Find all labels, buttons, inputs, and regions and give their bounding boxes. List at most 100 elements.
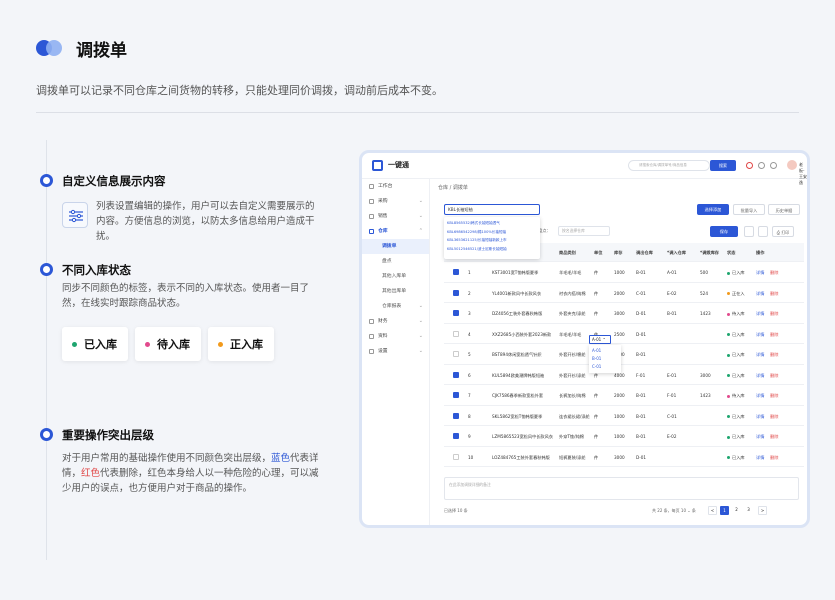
delete-link[interactable]: 删除: [770, 270, 778, 276]
sidebar-item[interactable]: 调拨单: [362, 239, 429, 254]
global-search-input[interactable]: 请搜索仓库/调拨单号/商品信息: [628, 160, 710, 171]
batch-import-button[interactable]: 批量导入: [733, 204, 765, 215]
row-checkbox[interactable]: [453, 433, 459, 439]
product-search-input[interactable]: KBL长袖短袖: [444, 204, 540, 215]
delete-link[interactable]: 删除: [770, 393, 778, 399]
next-page-button[interactable]: >: [758, 506, 767, 515]
status-dot: [727, 353, 730, 357]
row-number: 5: [468, 352, 471, 357]
transfer-qty[interactable]: 1423: [700, 393, 711, 398]
transfer-qty[interactable]: 524: [700, 291, 708, 296]
history-orders-button[interactable]: 历史单据: [768, 204, 800, 215]
transfer-table: 商品名称商品类别单位库存调出仓库*调入仓库*调拨库存状态操作1KST3001宽T…: [444, 243, 804, 469]
chevron-icon: ⌄: [418, 333, 423, 339]
to-warehouse[interactable]: B-01: [667, 311, 677, 316]
transfer-qty[interactable]: 500: [700, 270, 708, 275]
sidebar-item[interactable]: 仓库报表 ⌄: [362, 299, 429, 314]
sidebar-item[interactable]: 其他出库单: [362, 284, 429, 299]
to-warehouse[interactable]: C-01: [667, 414, 677, 419]
delete-link[interactable]: 删除: [770, 291, 778, 297]
detail-link[interactable]: 详情: [756, 434, 764, 440]
sidebar-item[interactable]: 财务 ⌄: [362, 314, 429, 329]
row-checkbox[interactable]: [453, 392, 459, 398]
suggestion-item[interactable]: KBL8565532/韩式长袖短袖透气: [444, 219, 540, 228]
detail-link[interactable]: 详情: [756, 455, 764, 461]
from-warehouse: D-01: [636, 454, 647, 460]
detail-link[interactable]: 详情: [756, 311, 764, 317]
remark-textarea[interactable]: 在此添加调拨详细的备注: [444, 477, 799, 500]
delete-link[interactable]: 删除: [770, 455, 778, 461]
sidebar-item[interactable]: 盘点: [362, 254, 429, 269]
breadcrumb: 仓库 / 调拨单: [438, 185, 468, 191]
product-category: 外套开衫/棉纶: [559, 352, 586, 357]
delete-link[interactable]: 删除: [770, 311, 778, 317]
row-checkbox[interactable]: [453, 371, 459, 378]
delete-link[interactable]: 删除: [770, 414, 778, 420]
row-checkbox[interactable]: [453, 269, 459, 275]
page-3-button[interactable]: 3: [744, 506, 753, 515]
row-checkbox[interactable]: [453, 412, 459, 419]
delete-link[interactable]: 删除: [770, 373, 778, 379]
detail-link[interactable]: 详情: [756, 373, 764, 379]
sidebar-item[interactable]: 仓库 ⌃: [362, 224, 429, 239]
detail-link[interactable]: 详情: [756, 414, 764, 420]
row-checkbox[interactable]: [453, 310, 459, 316]
to-warehouse[interactable]: E-02: [667, 434, 677, 439]
sidebar-item[interactable]: 工作台: [362, 179, 429, 194]
pager-summary[interactable]: 共 22 条，每页 10 ⌄ 条: [652, 508, 696, 514]
page-2-button[interactable]: 2: [732, 506, 741, 515]
sidebar-item[interactable]: 其他入库单: [362, 269, 429, 284]
status-dot: [218, 341, 223, 347]
row-checkbox[interactable]: [453, 351, 459, 357]
search-button[interactable]: 搜索: [710, 160, 736, 171]
select-add-button[interactable]: 选择添加: [697, 204, 729, 215]
transfer-qty[interactable]: 3000: [700, 373, 711, 378]
warehouse-option[interactable]: C-01: [592, 363, 618, 371]
unit: 件: [594, 454, 599, 460]
stock: 1000: [614, 270, 625, 275]
suggestion-item[interactable]: KBL6986542298/棉100%长袖短袖: [444, 228, 540, 237]
suggestion-item[interactable]: KBL5012546521/波士尼斯长袖短袖: [444, 245, 540, 254]
detail-link[interactable]: 详情: [756, 291, 764, 297]
menu-icon: [369, 184, 374, 189]
warehouse-select[interactable]: 按名选择仓库: [558, 226, 610, 236]
row-checkbox[interactable]: [453, 330, 459, 337]
notification-icon[interactable]: [746, 162, 753, 169]
suggestion-item[interactable]: KBL3653621125/长袖短袖新款上市: [444, 236, 540, 245]
prev-page-button[interactable]: <: [708, 506, 717, 515]
print-button[interactable]: ⎙ 打印: [772, 226, 794, 237]
delete-link[interactable]: 删除: [770, 332, 778, 338]
status-badge: 已入库: [727, 414, 745, 420]
to-warehouse[interactable]: E-02: [667, 291, 677, 296]
sidebar-item[interactable]: 资料 ⌄: [362, 329, 429, 344]
detail-link[interactable]: 详情: [756, 332, 764, 338]
warehouse-option[interactable]: A-01: [592, 347, 618, 355]
target-warehouse-options: A-01 B-01 C-01: [589, 345, 621, 373]
to-warehouse[interactable]: A-01: [667, 270, 677, 275]
sidebar-item[interactable]: 采购 ⌄: [362, 194, 429, 209]
copy-icon[interactable]: [744, 226, 754, 237]
help-icon[interactable]: [758, 162, 765, 169]
to-warehouse[interactable]: F-01: [667, 393, 676, 398]
row-number: 8: [468, 413, 471, 419]
delete-link[interactable]: 删除: [770, 352, 778, 358]
page-1-button[interactable]: 1: [720, 506, 729, 515]
transfer-qty[interactable]: 1423: [700, 311, 711, 316]
row-number: 1: [468, 270, 471, 275]
detail-link[interactable]: 详情: [756, 352, 764, 358]
warehouse-option[interactable]: B-01: [592, 355, 618, 363]
sidebar-item[interactable]: 销售 ⌄: [362, 209, 429, 224]
detail-link[interactable]: 详情: [756, 270, 764, 276]
row-checkbox[interactable]: [453, 289, 459, 296]
detail-link[interactable]: 详情: [756, 393, 764, 399]
delete-link[interactable]: 删除: [770, 434, 778, 440]
download-icon[interactable]: [758, 226, 768, 237]
target-warehouse-select[interactable]: A-01 ⌃: [589, 335, 611, 344]
row-checkbox[interactable]: [453, 453, 459, 460]
to-warehouse[interactable]: E-01: [667, 373, 677, 378]
avatar[interactable]: [787, 160, 797, 170]
user-name[interactable]: 老板-王安逸: [799, 162, 807, 186]
sidebar-item[interactable]: 设置 ⌄: [362, 344, 429, 359]
save-button[interactable]: 保存: [710, 226, 738, 237]
settings-icon[interactable]: [770, 162, 777, 169]
